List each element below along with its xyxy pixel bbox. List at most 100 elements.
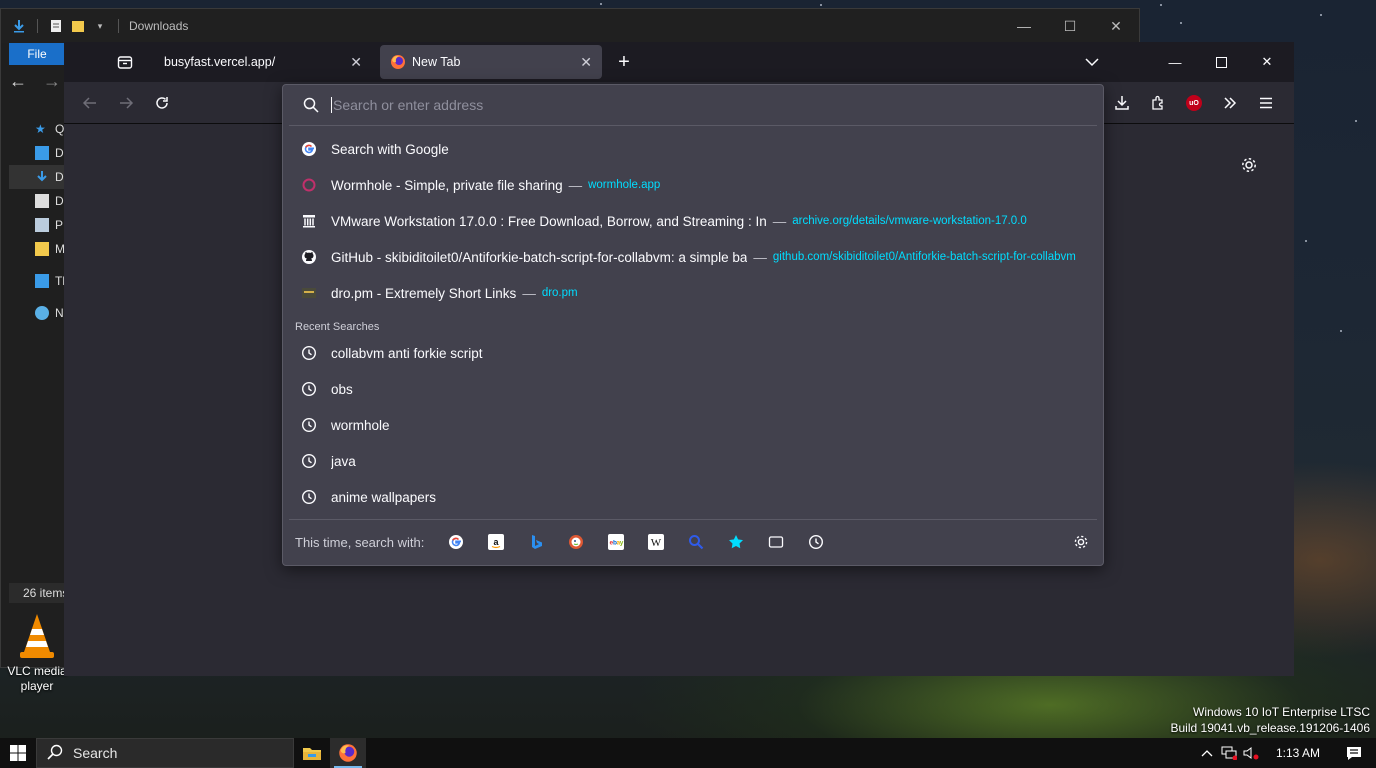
close-button[interactable]: ✕ xyxy=(1244,42,1290,82)
amazon-icon[interactable]: a xyxy=(486,532,506,552)
google-icon[interactable] xyxy=(446,532,466,552)
action-center-icon[interactable] xyxy=(1332,738,1376,768)
address-bar-dropdown: Search with Google Wormhole - Simple, pr… xyxy=(282,84,1104,566)
tab-busyfast[interactable]: busyfast.vercel.app/ ✕ xyxy=(154,45,372,79)
close-tab-icon[interactable]: ✕ xyxy=(350,54,362,71)
back-arrow-icon[interactable]: ← xyxy=(9,71,27,92)
close-tab-icon[interactable]: ✕ xyxy=(580,54,592,71)
download-icon[interactable] xyxy=(11,18,27,34)
github-icon xyxy=(301,249,317,265)
nav-item-downloads[interactable]: D xyxy=(9,165,69,189)
forward-arrow-icon[interactable] xyxy=(114,91,138,115)
forward-arrow-icon[interactable]: → xyxy=(43,71,61,92)
suggestion-title: Wormhole - Simple, private file sharing xyxy=(331,177,563,193)
maximize-button[interactable]: ☐ xyxy=(1047,9,1093,43)
recent-search-row[interactable]: anime wallpapers xyxy=(289,480,1097,514)
back-arrow-icon[interactable] xyxy=(78,91,102,115)
bookmarks-star-icon[interactable] xyxy=(726,532,746,552)
suggestion-row[interactable]: GitHub - skibiditoilet0/Antiforkie-batch… xyxy=(289,240,1097,274)
nav-item-network[interactable]: Ne xyxy=(9,301,69,325)
ublock-origin-icon[interactable]: uO xyxy=(1182,91,1206,115)
wikipedia-icon[interactable]: W xyxy=(646,532,666,552)
search-settings-gear-icon[interactable] xyxy=(1071,532,1091,552)
history-clock-icon xyxy=(301,489,317,505)
close-button[interactable]: ✕ xyxy=(1093,9,1139,43)
nav-item-music[interactable]: M xyxy=(9,237,69,261)
show-hidden-icons-chevron-icon[interactable] xyxy=(1196,738,1218,768)
downloads-icon[interactable] xyxy=(1110,91,1134,115)
search-icon xyxy=(303,97,319,113)
suggestion-row[interactable]: Search with Google xyxy=(289,132,1097,166)
start-button[interactable] xyxy=(0,738,36,768)
tab-new-tab[interactable]: New Tab ✕ xyxy=(380,45,602,79)
address-bar xyxy=(283,85,1103,125)
hamburger-menu-icon[interactable] xyxy=(1254,91,1278,115)
clock[interactable]: 1:13 AM xyxy=(1262,746,1332,760)
suggestion-row[interactable]: Wormhole - Simple, private file sharing … xyxy=(289,168,1097,202)
desktop-shortcut-vlc[interactable]: VLC media player xyxy=(2,612,72,694)
suggestion-url: wormhole.app xyxy=(588,179,661,191)
history-clock-icon xyxy=(301,417,317,433)
properties-icon[interactable] xyxy=(48,18,64,34)
title-url-separator: — xyxy=(568,177,583,193)
address-input[interactable] xyxy=(331,97,1031,113)
nav-item-pictures[interactable]: P xyxy=(9,213,69,237)
new-tab-settings-gear-icon[interactable] xyxy=(1238,154,1260,176)
folder-icon xyxy=(35,242,49,256)
reload-icon[interactable] xyxy=(150,91,174,115)
minimize-button[interactable]: ― xyxy=(1152,42,1198,82)
tabs-icon[interactable] xyxy=(766,532,786,552)
one-off-search-bar: This time, search with: a ebay W xyxy=(283,519,1103,565)
history-clock-icon[interactable] xyxy=(806,532,826,552)
new-folder-icon[interactable] xyxy=(70,18,86,34)
customize-dropdown-icon[interactable]: ▾ xyxy=(92,18,108,34)
recent-search-text: wormhole xyxy=(331,417,390,433)
firefox-taskbar-icon[interactable] xyxy=(330,738,366,768)
file-tab[interactable]: File xyxy=(9,43,65,65)
ublock-badge: uO xyxy=(1186,95,1202,111)
recent-search-row[interactable]: obs xyxy=(289,372,1097,406)
suggestion-row[interactable]: dro.pm - Extremely Short Links — dro.pm xyxy=(289,276,1097,310)
suggestion-row[interactable]: VMware Workstation 17.0.0 : Free Downloa… xyxy=(289,204,1097,238)
windows-logo-icon xyxy=(10,745,26,761)
nav-item-this-pc[interactable]: Th xyxy=(9,269,69,293)
recent-search-row[interactable]: collabvm anti forkie script xyxy=(289,336,1097,370)
volume-muted-icon[interactable] xyxy=(1240,738,1262,768)
history-clock-icon xyxy=(301,381,317,397)
title-url-separator: — xyxy=(772,213,787,229)
search-icon xyxy=(47,744,63,763)
archive-icon xyxy=(301,213,317,229)
overflow-chevrons-icon[interactable] xyxy=(1218,91,1242,115)
new-tab-button[interactable]: + xyxy=(612,50,636,74)
recent-search-row[interactable]: java xyxy=(289,444,1097,478)
nav-item-quick-access[interactable]: ★Qu xyxy=(9,117,69,141)
recent-search-text: java xyxy=(331,453,356,469)
explorer-titlebar: ▾ Downloads xyxy=(1,9,1139,43)
recent-search-text: obs xyxy=(331,381,353,397)
recent-search-row[interactable]: wormhole xyxy=(289,408,1097,442)
suggestion-title: GitHub - skibiditoilet0/Antiforkie-batch… xyxy=(331,249,748,265)
network-icon[interactable] xyxy=(1218,738,1240,768)
list-all-tabs-chevron-icon[interactable] xyxy=(1082,52,1102,72)
vlc-label: VLC media player xyxy=(7,664,67,693)
network-icon xyxy=(35,306,49,320)
custom-search-magnifier-icon[interactable] xyxy=(686,532,706,552)
desktop-icon xyxy=(35,146,49,160)
extensions-puzzle-icon[interactable] xyxy=(1146,91,1170,115)
bing-icon[interactable] xyxy=(526,532,546,552)
duckduckgo-icon[interactable] xyxy=(566,532,586,552)
suggestion-url: github.com/skibiditoilet0/Antiforkie-bat… xyxy=(772,251,1076,263)
file-explorer-taskbar-icon[interactable] xyxy=(294,738,330,768)
firefox-view-icon[interactable] xyxy=(110,50,140,74)
suggestion-title: dro.pm - Extremely Short Links xyxy=(331,285,517,301)
recent-search-text: anime wallpapers xyxy=(331,489,437,505)
taskbar-search-box[interactable]: Search xyxy=(36,738,294,768)
ebay-icon[interactable]: ebay xyxy=(606,532,626,552)
nav-item-desktop[interactable]: D xyxy=(9,141,69,165)
taskbar-search-label: Search xyxy=(73,745,118,761)
minimize-button[interactable]: ― xyxy=(1001,9,1047,43)
maximize-button[interactable] xyxy=(1198,42,1244,82)
svg-text:W: W xyxy=(651,537,662,549)
title-url-separator: — xyxy=(753,249,767,265)
nav-item-documents[interactable]: D xyxy=(9,189,69,213)
